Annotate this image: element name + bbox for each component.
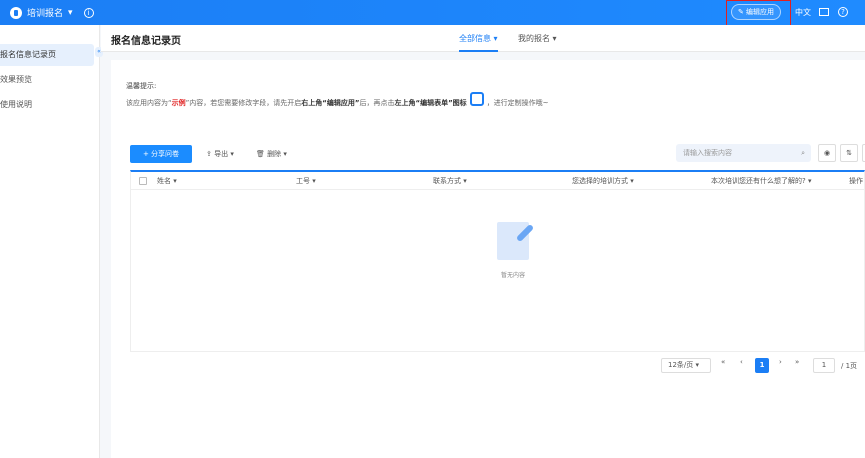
- page-1-button[interactable]: 1: [755, 358, 769, 373]
- content-card: 温馨提示: 该应用内容为“ 示例 ”内容，若您需要修改字段，请先开启 右上角“编辑应用…: [111, 60, 865, 458]
- tip-example: 示例: [171, 99, 186, 107]
- column-questions[interactable]: 本次培训您还有什么想了解的? ▾: [711, 176, 811, 186]
- delete-label: 删除 ▾: [267, 150, 287, 158]
- search-placeholder: 请输入搜索内容: [683, 149, 732, 157]
- highlight-box: [726, 0, 791, 28]
- total-pages: / 1页: [841, 362, 858, 370]
- first-page-icon[interactable]: «: [721, 358, 725, 366]
- column-name[interactable]: 姓名 ▾: [157, 176, 177, 186]
- tip-part: 该应用内容为“: [126, 99, 172, 107]
- tip-heading: 温馨提示:: [126, 82, 157, 90]
- delete-button[interactable]: 🗑 删除 ▾: [256, 149, 287, 159]
- app-switcher[interactable]: 培训报名 ▾ i: [10, 6, 94, 19]
- app-logo-icon: [10, 6, 22, 19]
- tab-all-info[interactable]: 全部信息 ▾: [459, 33, 498, 52]
- search-icon: ⌕: [801, 149, 805, 157]
- tip-part: ，进行定制操作哦~: [486, 99, 549, 107]
- app-name: 培训报名: [27, 9, 64, 19]
- tip-text: 该应用内容为“ 示例 ”内容，若您需要修改字段，请先开启 右上角“编辑应用” 后，再点击…: [126, 92, 549, 110]
- page-size-select[interactable]: 12条/页 ▾: [661, 358, 711, 373]
- sidebar: 报名信息记录页 效果预览 使用说明: [0, 25, 100, 458]
- next-page-icon[interactable]: ›: [779, 358, 782, 366]
- tip-bold: 右上角“编辑应用”: [301, 99, 360, 107]
- column-contact[interactable]: 联系方式 ▾: [433, 176, 467, 186]
- select-all-checkbox[interactable]: [139, 177, 147, 185]
- data-table: 姓名 ▾ 工号 ▾ 联系方式 ▾ 您选择的培训方式 ▾ 本次培训您还有什么想了解…: [130, 170, 865, 352]
- tip-bold: 左上角“编辑表单”图标: [394, 99, 467, 107]
- column-employee-id[interactable]: 工号 ▾: [296, 176, 316, 186]
- empty-document-icon: [497, 222, 529, 260]
- page-title: 报名信息记录页: [111, 36, 181, 47]
- caret-down-icon: ▾: [68, 7, 73, 18]
- help-icon[interactable]: ?: [838, 7, 848, 17]
- sidebar-item-instructions[interactable]: 使用说明: [0, 94, 94, 116]
- sort-icon[interactable]: ⇅: [840, 144, 858, 162]
- prev-page-icon[interactable]: ‹: [740, 358, 743, 366]
- export-label: 导出 ▾: [214, 150, 234, 158]
- column-actions: 操作: [849, 177, 863, 185]
- table-header: 姓名 ▾ 工号 ▾ 联系方式 ▾ 您选择的培训方式 ▾ 本次培训您还有什么想了解…: [131, 172, 864, 190]
- column-training-method[interactable]: 您选择的培训方式 ▾: [572, 176, 634, 186]
- sidebar-item-records[interactable]: 报名信息记录页: [0, 44, 94, 66]
- tip-part: 后，再点击: [359, 99, 395, 107]
- edit-form-icon: [469, 92, 484, 106]
- empty-state: 暂无内容: [488, 222, 538, 279]
- language-switch[interactable]: 中文: [795, 7, 811, 18]
- tip-part: ”内容，若您需要修改字段，请先开启: [185, 99, 302, 107]
- sidebar-item-preview[interactable]: 效果预览: [0, 69, 94, 91]
- share-survey-button[interactable]: + 分享问卷: [130, 145, 192, 163]
- mail-icon[interactable]: [819, 8, 829, 16]
- goto-page-input[interactable]: 1: [813, 358, 835, 373]
- empty-text: 暂无内容: [500, 272, 525, 279]
- page-header: 报名信息记录页 全部信息 ▾ 我的报名 ▾: [101, 25, 865, 52]
- hide-fields-icon[interactable]: ◉: [818, 144, 836, 162]
- last-page-icon[interactable]: »: [795, 358, 799, 366]
- tab-my-registrations[interactable]: 我的报名 ▾: [518, 33, 557, 44]
- info-icon[interactable]: i: [83, 7, 94, 18]
- search-input[interactable]: 请输入搜索内容 ⌕: [676, 144, 811, 162]
- export-button[interactable]: ⇪ 导出 ▾: [206, 149, 234, 159]
